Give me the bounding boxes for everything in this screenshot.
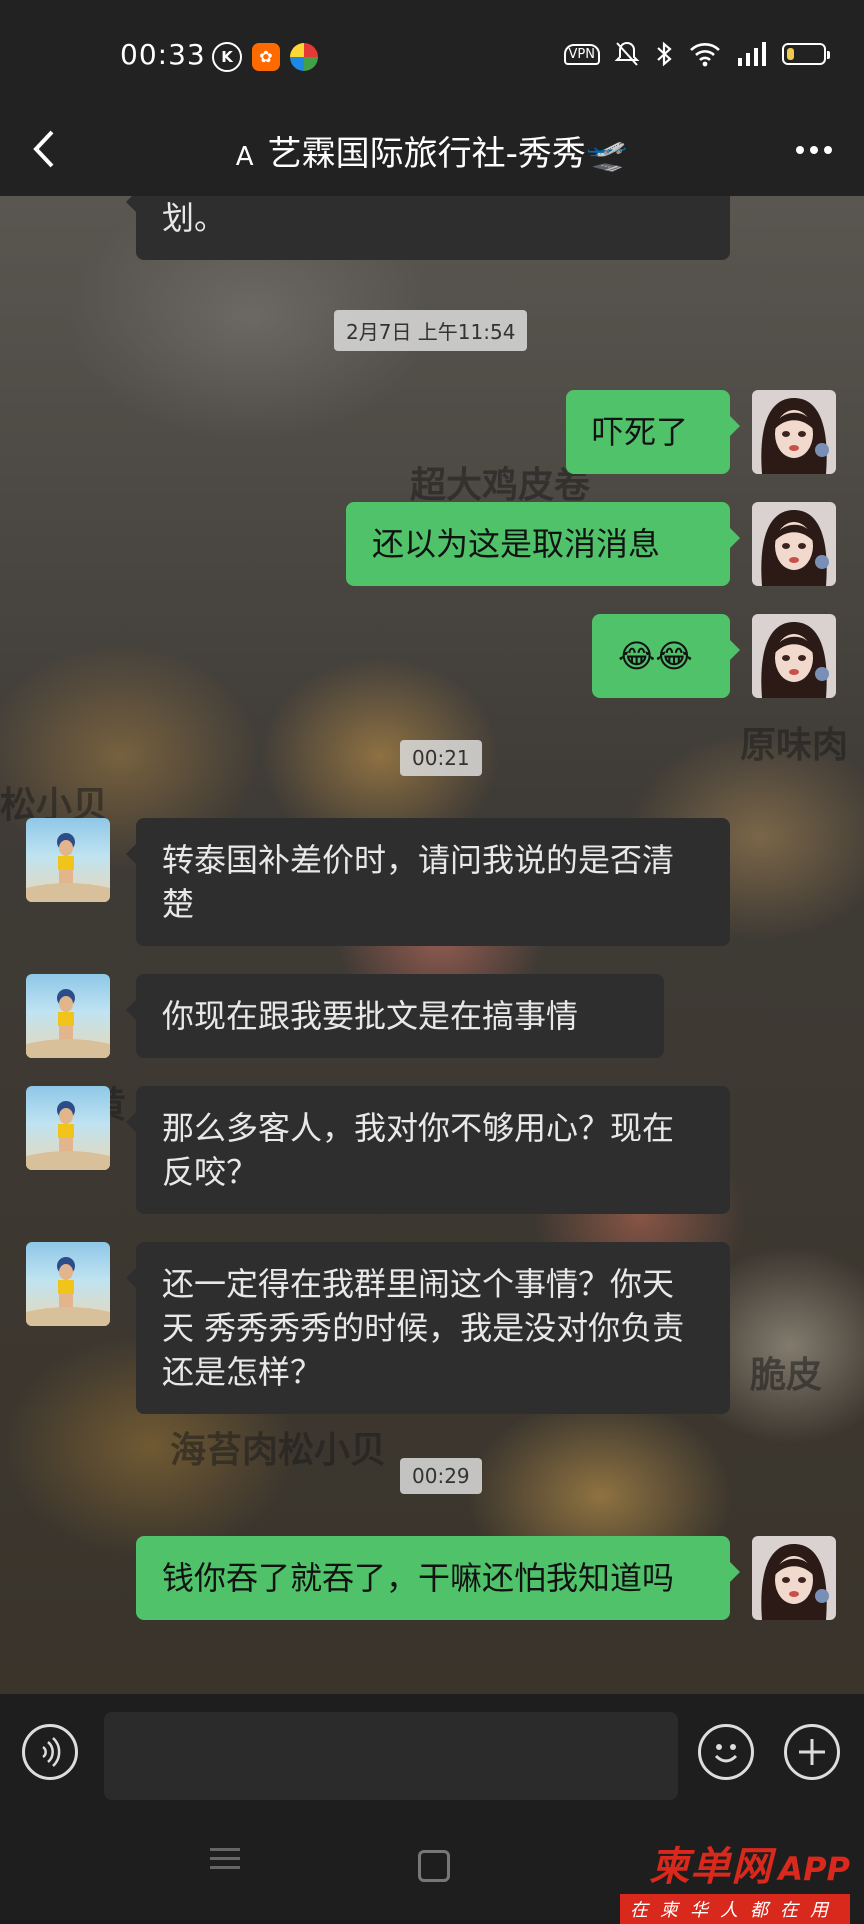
message-incoming[interactable]: 转泰国补差价时，请问我说的是否清楚 [126,818,730,946]
avatar-contact[interactable] [26,974,110,1058]
background-text: 超大鸡皮卷 [410,465,591,506]
status-app-icons: K ✿ [212,42,318,72]
app-icon: ✿ [252,43,280,71]
message-input[interactable] [104,1712,678,1800]
timestamp: 00:29 [400,1458,482,1494]
k-icon: K [212,42,242,72]
more-functions-button[interactable] [784,1724,840,1780]
wifi-icon [690,43,720,67]
message-outgoing[interactable]: 吓死了 [566,390,740,474]
signal-icon [738,42,766,66]
background-text: 海苔肉松小贝 [170,1430,387,1471]
emoji-button[interactable] [698,1724,754,1780]
background-text: 原味肉 [740,725,849,766]
background-text: 脆皮 [750,1355,823,1396]
status-time: 00:33 [120,38,206,71]
voice-input-button[interactable] [22,1724,78,1780]
message-text: 转泰国补差价时，请问我说的是否清楚 [162,841,675,923]
battery-level [787,48,794,60]
voice-icon [42,1737,61,1767]
watermark-name: 柬单网 [649,1844,773,1890]
message-text: 还一定得在我群里闹这个事情？你天天 秀秀秀秀的时候，我是没对你负责还是怎样？ [162,1265,685,1391]
avatar-self[interactable] [752,390,836,474]
status-system-icons: VPN [563,40,830,68]
message-incoming[interactable]: 那么多客人，我对你不够用心？现在反咬？ [126,1086,730,1214]
pinwheel-icon [290,43,318,71]
message-outgoing[interactable]: 还以为这是取消消息 [346,502,740,586]
message-text: 吓死了 [592,413,689,451]
bell-off-icon [614,41,640,66]
message-text: 😂😂 [618,637,693,675]
timestamp: 00:21 [400,740,482,776]
watermark-logo: 柬单网 APP 在柬华人都在用 [620,1834,850,1924]
bluetooth-icon [657,41,672,67]
message-incoming[interactable]: 还一定得在我群里闹这个事情？你天天 秀秀秀秀的时候，我是没对你负责还是怎样？ [126,1242,730,1414]
message-text: 你现在跟我要批文是在搞事情 [162,997,579,1035]
message-text: 钱你吞了就吞了，干嘛还怕我知道吗 [162,1559,675,1597]
message-text: 划。 [162,199,227,237]
timestamp: 2月7日 上午11:54 [334,310,528,351]
message-text: 那么多客人，我对你不够用心？现在反咬？ [162,1109,675,1191]
message-incoming[interactable]: 你现在跟我要批文是在搞事情 [126,974,664,1058]
avatar-self[interactable] [752,502,836,586]
watermark-app: APP [778,1850,850,1888]
more-options-button[interactable] [792,128,836,182]
home-button[interactable] [418,1850,450,1882]
battery-icon [782,43,830,65]
message-outgoing[interactable]: 钱你吞了就吞了，干嘛还怕我知道吗 [136,1536,740,1620]
message-outgoing[interactable]: 😂😂 [592,614,740,698]
system-nav-bar: 柬单网 APP 在柬华人都在用 [0,1820,864,1924]
message-text: 还以为这是取消消息 [372,525,661,563]
status-bar: 00:33 K ✿ VPN [0,0,864,110]
title-prefix: A [235,142,254,172]
vpn-icon: VPN [563,43,600,65]
plus-icon [799,1739,825,1765]
avatar-self[interactable] [752,614,836,698]
chat-title-text: 艺霖国际旅行社-秀秀🛫 [267,134,629,174]
avatar-contact[interactable] [26,818,110,902]
chat-header: A 艺霖国际旅行社-秀秀🛫 [0,110,864,196]
chat-area[interactable]: 超大鸡皮卷 原味肉 松小贝 脆皮 海苔肉松小贝 黄 划。 2月7日 上午11:5… [0,196,864,1694]
avatar-contact[interactable] [26,1242,110,1326]
smiley-icon [714,1744,738,1763]
more-dots-icon [796,146,832,154]
chat-title[interactable]: A 艺霖国际旅行社-秀秀🛫 [0,126,864,175]
avatar-self[interactable] [752,1536,836,1620]
input-bar [0,1694,864,1820]
avatar-contact[interactable] [26,1086,110,1170]
message-incoming[interactable]: 划。 [126,196,730,260]
recent-apps-button[interactable] [210,1842,240,1875]
